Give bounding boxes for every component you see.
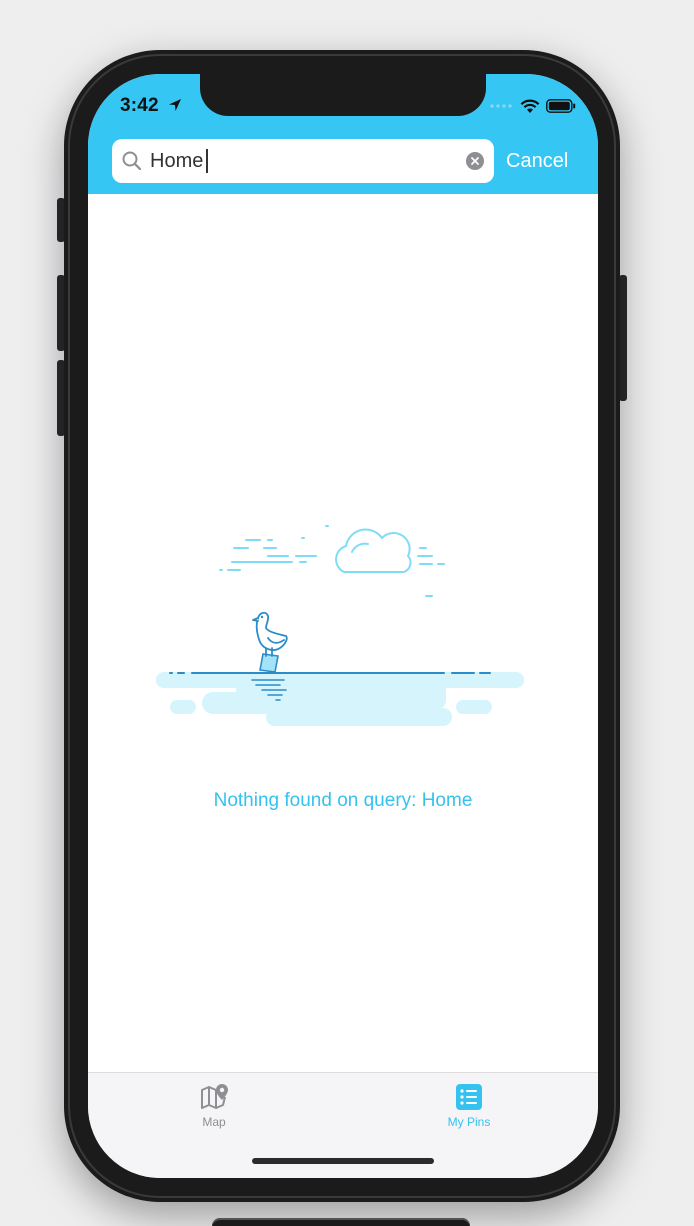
tab-map-label: Map (202, 1115, 226, 1129)
wifi-icon (520, 99, 540, 113)
tab-map[interactable]: Map (164, 1081, 264, 1129)
list-icon (456, 1084, 482, 1110)
device-stand (212, 1218, 470, 1226)
tab-my-pins-label: My Pins (447, 1115, 491, 1129)
app-screen: 3:42 Home Cancel Nothing found on query:… (88, 74, 598, 1178)
search-header: 3:42 Home Cancel (88, 74, 598, 194)
search-field[interactable]: Home (112, 139, 494, 183)
text-cursor (206, 149, 209, 173)
location-arrow-icon (169, 99, 181, 111)
empty-state-message: Nothing found on query: Home (213, 790, 473, 811)
home-indicator[interactable] (252, 1158, 434, 1164)
device-frame: 3:42 Home Cancel Nothing found on query:… (0, 0, 694, 1226)
power-button (619, 275, 627, 401)
search-query-text: Home (150, 150, 204, 172)
signal-dots-icon (490, 104, 512, 108)
notch (200, 74, 486, 116)
search-input[interactable]: Home (150, 139, 209, 183)
status-icons (490, 98, 576, 114)
clear-icon[interactable] (466, 152, 484, 170)
map-pin-icon (201, 1084, 228, 1109)
search-icon (122, 151, 142, 171)
battery-icon (546, 99, 576, 113)
cancel-button[interactable]: Cancel (506, 146, 568, 176)
status-time: 3:42 (120, 95, 159, 116)
tab-my-pins[interactable]: My Pins (419, 1081, 519, 1129)
seagull-on-water-illustration (156, 525, 524, 726)
